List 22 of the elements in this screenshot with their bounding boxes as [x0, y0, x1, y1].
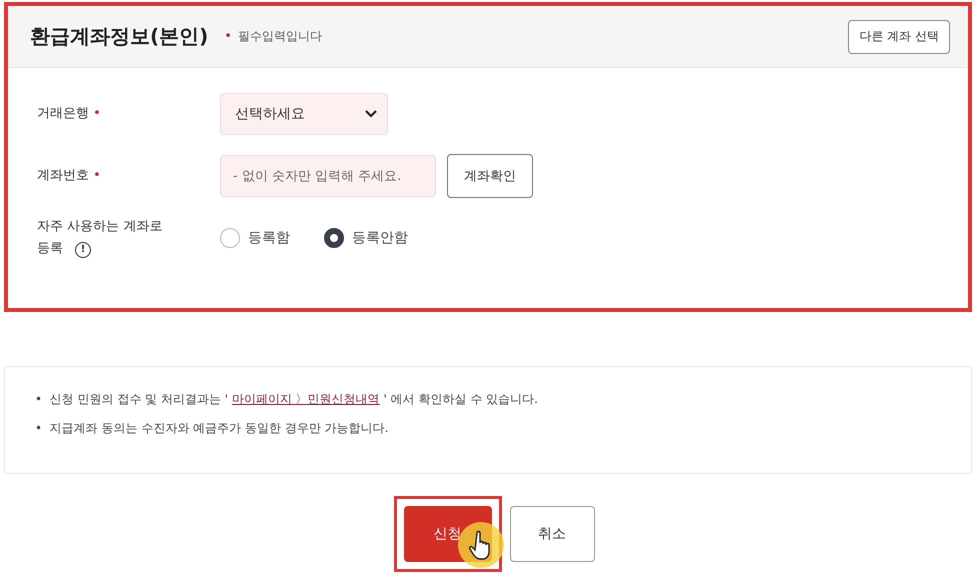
- required-note: 필수입력입니다: [238, 28, 322, 45]
- notice-text: • 지급계좌 동의는 수진자와 예금주가 동일한 경우만 가능합니다.: [35, 420, 390, 437]
- info-icon[interactable]: !: [75, 242, 91, 258]
- radio-icon[interactable]: [324, 228, 344, 248]
- field-label: 거래은행: [37, 106, 89, 121]
- required-mark: •: [93, 168, 101, 183]
- other-account-button[interactable]: 다른 계좌 선택: [848, 20, 950, 54]
- radio-option[interactable]: 등록함: [220, 228, 290, 248]
- account-verify-button[interactable]: 계좌확인: [447, 154, 533, 198]
- required-mark: •: [93, 106, 101, 121]
- radio-icon[interactable]: [220, 228, 240, 248]
- panel-title: 환급계좌정보(본인): [30, 23, 208, 50]
- required-mark: •: [224, 29, 232, 44]
- cancel-button[interactable]: 취소: [510, 506, 594, 562]
- field-label: 자주 사용하는 계좌로 등록 !: [37, 218, 164, 260]
- history-link[interactable]: 마이페이지 〉민원신청내역: [232, 392, 380, 406]
- account-number-field[interactable]: - 없이 숫자만 입력해 주세요.: [220, 155, 436, 197]
- field-label: 계좌번호: [37, 168, 89, 183]
- chevron-down-icon: [365, 110, 377, 118]
- notice-text: • 신청 민원의 접수 및 처리결과는 ' 마이페이지 〉민원신청내역 ' 에서 확인하실 수 있습니다.: [35, 391, 539, 408]
- bank-select[interactable]: 선택하세요: [220, 93, 388, 135]
- radio-option[interactable]: 등록안함: [324, 228, 408, 248]
